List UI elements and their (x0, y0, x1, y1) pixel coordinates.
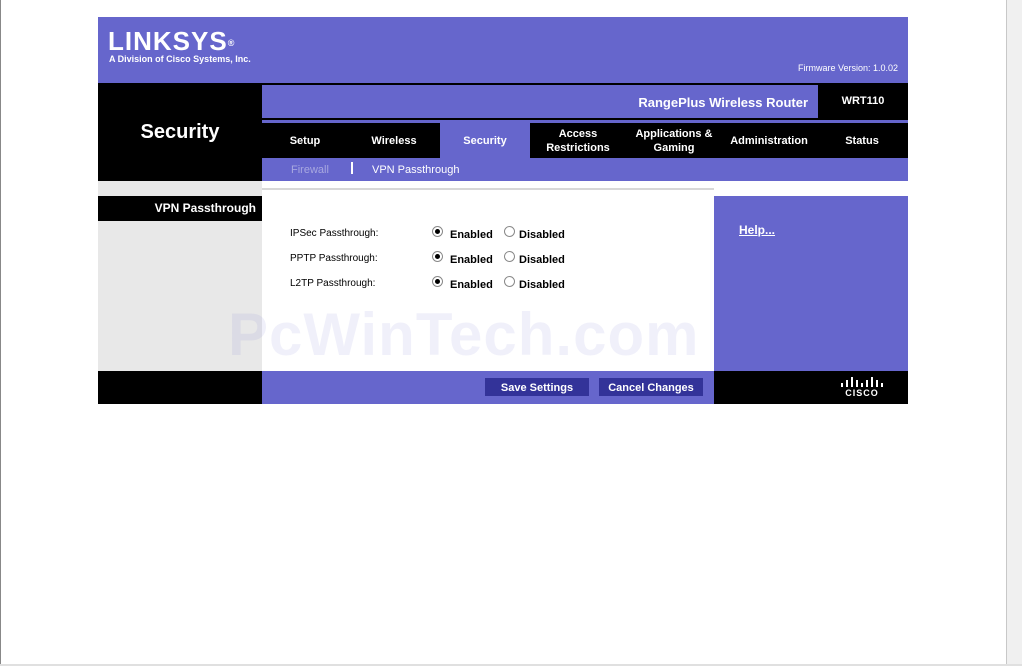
sidebar-heading: VPN Passthrough (98, 196, 262, 221)
tab-applications-gaming[interactable]: Applications & Gaming (626, 123, 722, 158)
pptp-enabled-label: Enabled (450, 254, 493, 266)
l2tp-disabled-label: Disabled (519, 279, 565, 291)
cisco-wordmark: CISCO (845, 388, 879, 398)
product-bar: RangePlus Wireless Router (262, 85, 818, 118)
subnav-vpn-passthrough[interactable]: VPN Passthrough (372, 164, 459, 176)
header-bar: LINKSYS® A Division of Cisco Systems, In… (98, 17, 908, 83)
l2tp-enabled-label: Enabled (450, 279, 493, 291)
l2tp-enabled-radio[interactable] (432, 276, 443, 287)
tab-access-restrictions[interactable]: Access Restrictions (530, 123, 626, 158)
tab-wireless[interactable]: Wireless (348, 123, 440, 158)
cancel-changes-button[interactable]: Cancel Changes (598, 377, 704, 397)
tab-administration[interactable]: Administration (722, 123, 816, 158)
help-link[interactable]: Help... (739, 223, 775, 237)
router-admin-page: LINKSYS® A Division of Cisco Systems, In… (98, 17, 908, 404)
firmware-version: Firmware Version: 1.0.02 (797, 63, 898, 73)
l2tp-disabled-radio[interactable] (504, 276, 515, 287)
sub-navigation: Firewall VPN Passthrough (262, 158, 908, 181)
ipsec-enabled-radio[interactable] (432, 226, 443, 237)
tab-status[interactable]: Status (816, 123, 908, 158)
logo-tagline: A Division of Cisco Systems, Inc. (109, 54, 251, 64)
l2tp-label: L2TP Passthrough: (290, 278, 376, 289)
footer-actions: Save Settings Cancel Changes (262, 371, 714, 404)
model-badge: WRT110 (818, 85, 908, 118)
footer-left (98, 371, 262, 404)
subnav-divider (351, 162, 353, 174)
cisco-logo: CISCO (838, 377, 886, 399)
help-panel-top (714, 188, 908, 196)
watermark: PcWinTech.com (228, 301, 700, 368)
window-frame-left (0, 0, 1, 666)
help-panel: Help... (714, 196, 908, 371)
tab-security[interactable]: Security (440, 123, 530, 158)
main-tabs: Setup Wireless Security Access Restricti… (262, 123, 908, 158)
subnav-firewall[interactable]: Firewall (291, 164, 329, 176)
vertical-scrollbar[interactable] (1006, 0, 1022, 666)
pptp-enabled-radio[interactable] (432, 251, 443, 262)
ipsec-enabled-label: Enabled (450, 229, 493, 241)
sidebar-spacer (98, 181, 262, 196)
ipsec-label: IPSec Passthrough: (290, 228, 379, 239)
save-settings-button[interactable]: Save Settings (484, 377, 590, 397)
pptp-disabled-radio[interactable] (504, 251, 515, 262)
pptp-disabled-label: Disabled (519, 254, 565, 266)
tab-setup[interactable]: Setup (262, 123, 348, 158)
footer-right: CISCO (714, 371, 908, 404)
ipsec-disabled-radio[interactable] (504, 226, 515, 237)
linksys-logo: LINKSYS® (108, 26, 236, 56)
product-name: RangePlus Wireless Router (638, 95, 808, 110)
pptp-label: PPTP Passthrough: (290, 253, 378, 264)
ipsec-disabled-label: Disabled (519, 229, 565, 241)
page-title: Security (140, 121, 220, 143)
cisco-bars-icon (841, 377, 883, 387)
